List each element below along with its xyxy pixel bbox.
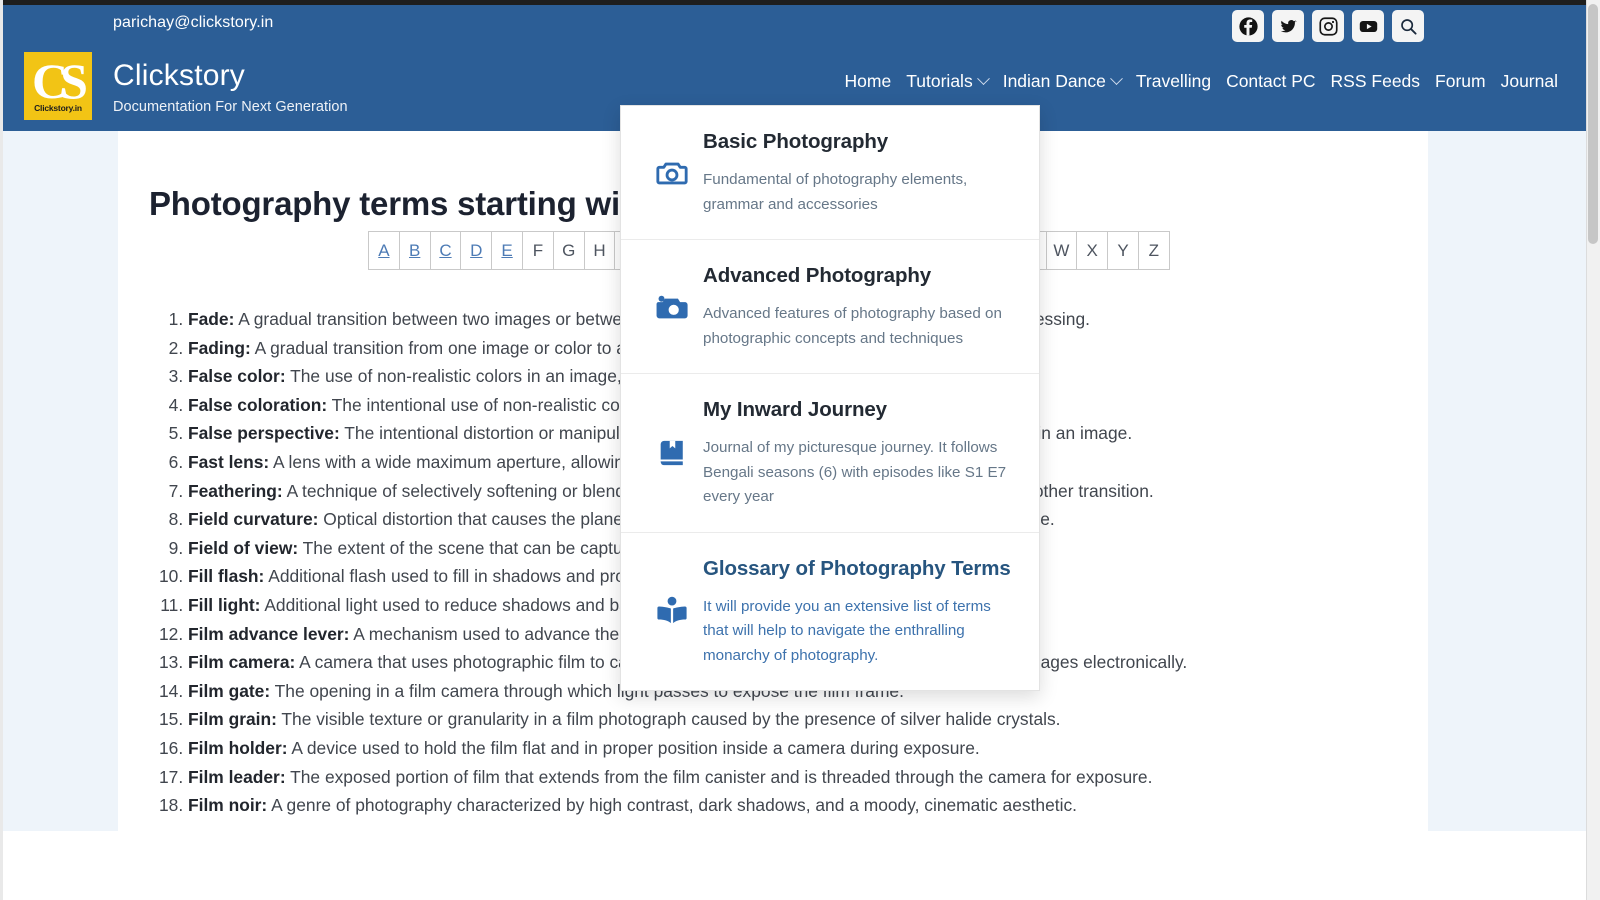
contact-email[interactable]: parichay@clickstory.in [113, 14, 273, 32]
nav-item-journal[interactable]: Journal [1501, 71, 1558, 92]
alphabet-cell-w: W [1046, 232, 1078, 269]
glossary-term: False coloration: [188, 394, 328, 415]
glossary-term: Film gate: [188, 680, 271, 701]
instagram-icon[interactable] [1312, 10, 1344, 42]
nav-label: Contact PC [1226, 71, 1316, 91]
site-brand[interactable]: CS Clickstory.in Clickstory Documentatio… [24, 52, 348, 120]
alphabet-cell-e[interactable]: E [492, 232, 523, 269]
glossary-definition: A genre of photography characterized by … [267, 795, 1077, 816]
dropdown-item[interactable]: My Inward Journey Journal of my picturesq… [621, 374, 1039, 533]
glossary-term: Fill flash: [188, 566, 265, 587]
nav-label: Home [844, 71, 892, 91]
glossary-item: Film grain: The visible texture or granu… [188, 705, 1382, 734]
dropdown-item-title[interactable]: Advanced Photography [703, 264, 1015, 288]
dropdown-item-description: It will provide you an extensive list of… [703, 597, 991, 664]
nav-item-tutorials[interactable]: Tutorials [906, 71, 990, 92]
glossary-term: Film leader: [188, 766, 286, 787]
nav-item-home[interactable]: Home [845, 71, 892, 92]
nav-label: Tutorials [906, 71, 973, 91]
dropdown-item-body: Basic Photography Fundamental of photogra… [703, 128, 1015, 217]
nav-item-contact-pc[interactable]: Contact PC [1226, 71, 1315, 92]
chevron-down-icon [1109, 72, 1123, 86]
dropdown-item[interactable]: Advanced Photography Advanced features of… [621, 240, 1039, 374]
glossary-term: Film advance lever: [188, 623, 350, 644]
twitter-icon[interactable] [1272, 10, 1304, 42]
nav-item-travelling[interactable]: Travelling [1136, 71, 1211, 92]
nav-label: RSS Feeds [1330, 71, 1421, 91]
glossary-term: Fast lens: [188, 451, 270, 472]
glossary-definition: A device used to hold the film flat and … [287, 737, 980, 758]
logo-monogram: CS [32, 53, 88, 109]
vertical-scrollbar[interactable] [1586, 0, 1600, 900]
dropdown-item-description: Journal of my picturesque journey. It fo… [703, 439, 1007, 505]
glossary-term: Feathering: [188, 480, 283, 501]
glossary-definition: The exposed portion of film that extends… [285, 766, 1153, 787]
site-title: Clickstory [113, 59, 246, 92]
dropdown-item[interactable]: Glossary of Photography Terms It will pro… [621, 533, 1039, 691]
dropdown-item-body: Advanced Photography Advanced features of… [703, 262, 1015, 351]
dropdown-item-description: Fundamental of photography elements, gra… [703, 171, 968, 213]
glossary-term: False color: [188, 366, 286, 387]
logo-caption: Clickstory.in [34, 103, 82, 113]
youtube-icon[interactable] [1352, 10, 1384, 42]
glossary-term: Fill light: [188, 594, 261, 615]
nav-item-rss-feeds[interactable]: RSS Feeds [1331, 71, 1420, 92]
dropdown-item-body: My Inward Journey Journal of my picturesq… [703, 396, 1015, 510]
glossary-term: Film camera: [188, 652, 296, 673]
page-title: Photography terms starting with F [149, 185, 680, 223]
alphabet-cell-x: X [1077, 232, 1109, 269]
social-links [1232, 10, 1424, 42]
alphabet-cell-c[interactable]: C [430, 232, 462, 269]
brand-text-block: Clickstory Documentation For Next Genera… [113, 52, 348, 116]
chevron-down-icon [976, 72, 990, 86]
camera-solid-icon [641, 262, 703, 351]
alphabet-cell-f: F [522, 232, 554, 269]
alphabet-cell-h: H [584, 232, 616, 269]
glossary-term: Film holder: [188, 737, 288, 758]
alphabet-cell-y: Y [1108, 232, 1139, 269]
glossary-definition: The visible texture or granularity in a … [276, 709, 1061, 730]
camera-outline-icon [641, 128, 703, 217]
browser-viewport: parichay@clickstory.in CS Clickstory.in … [0, 0, 1600, 900]
alphabet-cell-z: Z [1138, 232, 1170, 269]
nav-label: Journal [1500, 71, 1558, 91]
glossary-term: Fade: [188, 309, 235, 329]
glossary-term: Film noir: [188, 795, 268, 816]
alphabet-cell-b[interactable]: B [399, 232, 431, 269]
alphabet-cell-g: G [553, 232, 585, 269]
top-utility-bar: parichay@clickstory.in [3, 5, 1586, 45]
dropdown-item-title[interactable]: Glossary of Photography Terms [703, 557, 1015, 581]
nav-item-forum[interactable]: Forum [1435, 71, 1486, 92]
glossary-term: Field curvature: [188, 509, 319, 530]
tutorials-dropdown-panel: Basic Photography Fundamental of photogra… [620, 105, 1040, 691]
nav-label: Indian Dance [1002, 71, 1106, 91]
glossary-item: Film holder: A device used to hold the f… [188, 734, 1382, 763]
glossary-item: Film noir: A genre of photography charac… [188, 791, 1382, 820]
site-tagline: Documentation For Next Generation [113, 99, 348, 115]
glossary-term: False perspective: [188, 423, 340, 444]
alphabet-cell-a[interactable]: A [369, 232, 400, 269]
glossary-term: Film grain: [188, 709, 277, 730]
dropdown-item-body: Glossary of Photography Terms It will pro… [703, 555, 1015, 669]
dropdown-item[interactable]: Basic Photography Fundamental of photogra… [621, 106, 1039, 240]
nav-label: Forum [1435, 71, 1486, 91]
nav-item-indian-dance[interactable]: Indian Dance [1002, 71, 1123, 92]
glossary-item: Film leader: The exposed portion of film… [188, 763, 1382, 792]
open-book-reader-icon [641, 555, 703, 669]
primary-nav: Home Tutorials Indian Dance Travelling C… [845, 71, 1558, 92]
alphabet-cell-d[interactable]: D [461, 232, 493, 269]
search-icon[interactable] [1392, 10, 1424, 42]
scrollbar-thumb[interactable] [1588, 4, 1598, 244]
dropdown-item-title[interactable]: My Inward Journey [703, 398, 1015, 422]
journal-book-icon [641, 396, 703, 510]
site-logo[interactable]: CS Clickstory.in [24, 52, 92, 120]
glossary-term: Field of view: [188, 537, 299, 558]
glossary-term: Fading: [188, 337, 251, 358]
dropdown-item-description: Advanced features of photography based o… [703, 305, 1002, 347]
nav-label: Travelling [1135, 71, 1212, 91]
facebook-icon[interactable] [1232, 10, 1264, 42]
dropdown-item-title[interactable]: Basic Photography [703, 130, 1015, 154]
